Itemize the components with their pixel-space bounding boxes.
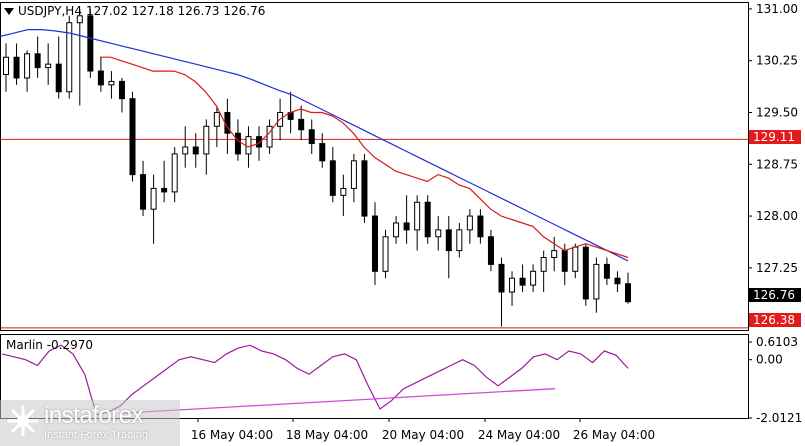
candle-body (213, 111, 220, 127)
current-price-tag: 126.76 (749, 288, 801, 302)
candle-body (161, 187, 168, 193)
candle-body (466, 215, 473, 231)
ma-slow-line (0, 29, 629, 262)
candle-body (509, 277, 516, 293)
instaforex-watermark: instaforex Instant Forex Trading (0, 400, 180, 446)
candle-body (456, 229, 463, 252)
candle-body (424, 201, 431, 238)
candle-body (614, 277, 621, 285)
time-axis-label: 26 May 04:00 (573, 428, 655, 442)
candle-body (329, 160, 336, 196)
price-axis-label: 129.50 (756, 105, 798, 119)
oscillator-trendline (119, 388, 556, 414)
candle-body (593, 263, 600, 300)
candle-body (319, 143, 326, 162)
candle-body (603, 263, 610, 279)
candle-body (140, 174, 147, 210)
candle-body (24, 53, 31, 79)
indicator-axis-label: 0.6103 (756, 335, 798, 349)
candle-body (298, 118, 305, 131)
candle-body (13, 56, 20, 79)
candle-body (171, 153, 178, 193)
candle-body (182, 146, 189, 155)
candle-body (361, 160, 368, 217)
price-chart[interactable]: 131.00 130.25 129.50 128.75 128.00 127.25 126.… (0, 0, 805, 446)
price-axis-label: 131.00 (756, 2, 798, 16)
indicator-label: Marlin -0.2970 (6, 338, 94, 352)
instaforex-logo-icon (7, 405, 39, 437)
time-axis-label: 16 May 04:00 (191, 428, 273, 442)
candle-body (403, 222, 410, 231)
candle-body (445, 229, 452, 252)
candle-body (561, 250, 568, 272)
candle-body (582, 246, 589, 300)
candle-body (150, 187, 157, 210)
price-axis-label: 128.75 (756, 157, 798, 171)
chart-header: USDJPY,H4 127.02 127.18 126.73 126.76 (4, 4, 265, 18)
price-axis-label: 127.25 (756, 261, 798, 275)
candle-body (540, 256, 547, 272)
candle-body (108, 80, 115, 86)
candle-body (572, 246, 579, 272)
candle-body (55, 63, 62, 93)
candle-body (477, 215, 484, 238)
candle-body (530, 270, 537, 286)
candle-body (393, 222, 400, 238)
time-axis-label: 18 May 04:00 (286, 428, 368, 442)
ohlc-readout: 127.02 127.18 126.73 126.76 (85, 4, 266, 18)
candle-body (192, 146, 199, 155)
candle-body (435, 229, 442, 238)
candle-body (498, 263, 505, 293)
time-axis-label: 20 May 04:00 (382, 428, 464, 442)
level-upper-tag: 129.11 (749, 130, 801, 144)
candle-body (118, 80, 125, 100)
time-axis-label: 24 May 04:00 (478, 428, 560, 442)
candle-body (625, 283, 631, 303)
candle-body (3, 56, 9, 76)
candle-body (340, 187, 347, 196)
price-axis-label: 128.00 (756, 209, 798, 223)
candle-body (382, 236, 389, 272)
candle-body (203, 125, 210, 155)
logo-tagline: Instant Forex Trading (44, 429, 148, 441)
candle-body (34, 53, 41, 69)
level-lower-tag: 126.38 (749, 313, 801, 327)
candle-body (350, 160, 357, 189)
price-axis-label: 130.25 (756, 54, 798, 68)
candle-body (45, 63, 52, 69)
candle-body (308, 129, 315, 145)
candle-body (87, 15, 94, 72)
logo-name: instaforex (44, 402, 144, 429)
candle-body (487, 236, 494, 265)
candle-body (551, 250, 558, 258)
candle-body (234, 132, 241, 155)
symbol-label: USDJPY,H4 (18, 4, 82, 18)
collapse-triangle-icon[interactable] (4, 7, 14, 15)
indicator-axis-label: 0.00 (756, 353, 783, 367)
candle-body (97, 70, 104, 86)
candle-body (371, 215, 378, 272)
candle-body (414, 201, 421, 231)
candle-body (245, 136, 252, 155)
candle-body (129, 98, 136, 176)
candle-body (519, 277, 526, 286)
indicator-axis-label: -2.0121 (756, 411, 802, 425)
